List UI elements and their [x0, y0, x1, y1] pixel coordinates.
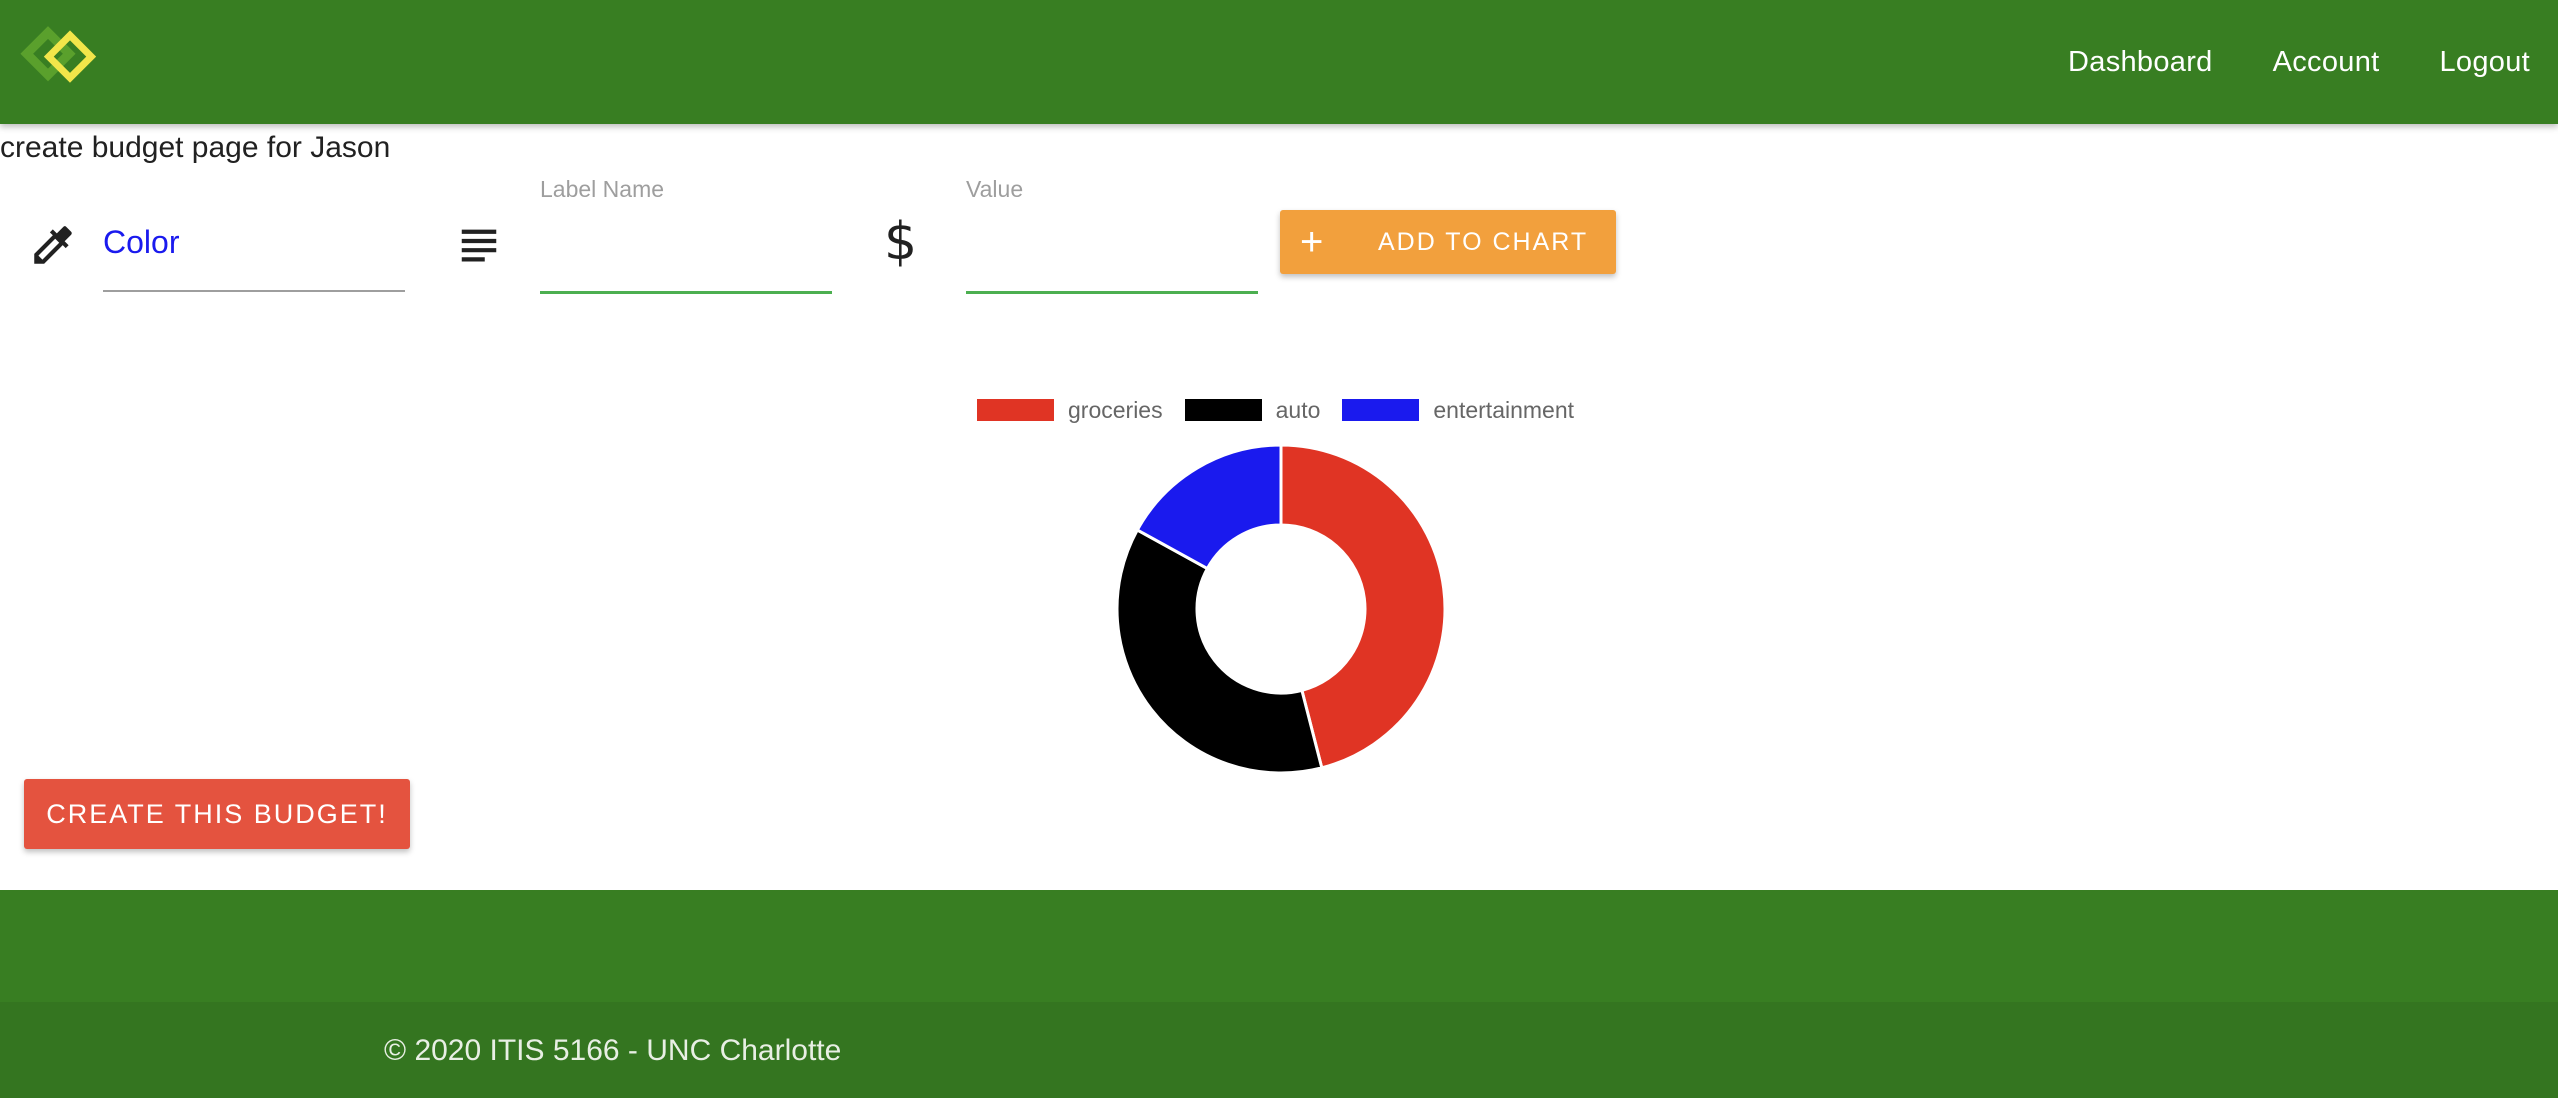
legend-label-auto: auto — [1275, 396, 1321, 423]
legend-swatch-entertainment — [1342, 399, 1420, 421]
logo-icon[interactable] — [8, 18, 118, 98]
value-input[interactable] — [966, 239, 1258, 283]
plus-icon: + — [1300, 220, 1326, 264]
nav-logout-link[interactable]: Logout — [2440, 46, 2531, 79]
budget-donut-chart — [1115, 443, 1447, 775]
legend-label-entertainment: entertainment — [1433, 396, 1575, 423]
text-lines-icon — [461, 229, 497, 262]
value-field: Value — [966, 176, 1258, 294]
color-picker-field[interactable]: Color — [103, 200, 405, 292]
footer-band — [0, 890, 2558, 1002]
top-navbar: Dashboard Account Logout — [0, 0, 2558, 124]
legend-label-groceries: groceries — [1068, 396, 1163, 423]
legend-item-entertainment[interactable]: entertainment — [1342, 397, 1574, 424]
dollar-icon: $ — [884, 212, 918, 272]
legend-swatch-groceries — [977, 399, 1054, 421]
add-to-chart-button[interactable]: + ADD TO CHART — [1280, 210, 1616, 274]
create-budget-button[interactable]: CREATE THIS BUDGET! — [24, 779, 410, 849]
label-name-field-label: Label Name — [540, 176, 665, 202]
nav-dashboard-link[interactable]: Dashboard — [2068, 46, 2213, 79]
donut-slice-auto[interactable] — [1115, 527, 1324, 775]
value-field-label: Value — [966, 176, 1024, 202]
footer-copyright: © 2020 ITIS 5166 - UNC Charlotte — [384, 1034, 842, 1067]
add-to-chart-label: ADD TO CHART — [1378, 227, 1589, 256]
eyedropper-icon[interactable] — [28, 218, 78, 272]
legend-swatch-auto — [1184, 399, 1262, 421]
nav-account-link[interactable]: Account — [2273, 46, 2380, 79]
legend-item-groceries[interactable]: groceries — [977, 397, 1163, 424]
legend-item-auto[interactable]: auto — [1184, 396, 1321, 424]
chart-legend: groceries auto entertainment — [977, 395, 1596, 425]
page-title: create budget page for Jason — [0, 131, 391, 164]
main-nav: Dashboard Account Logout — [2068, 0, 2530, 124]
color-field-value: Color — [103, 224, 180, 260]
label-name-field: Label Name — [540, 176, 832, 294]
label-name-input[interactable] — [540, 239, 832, 283]
